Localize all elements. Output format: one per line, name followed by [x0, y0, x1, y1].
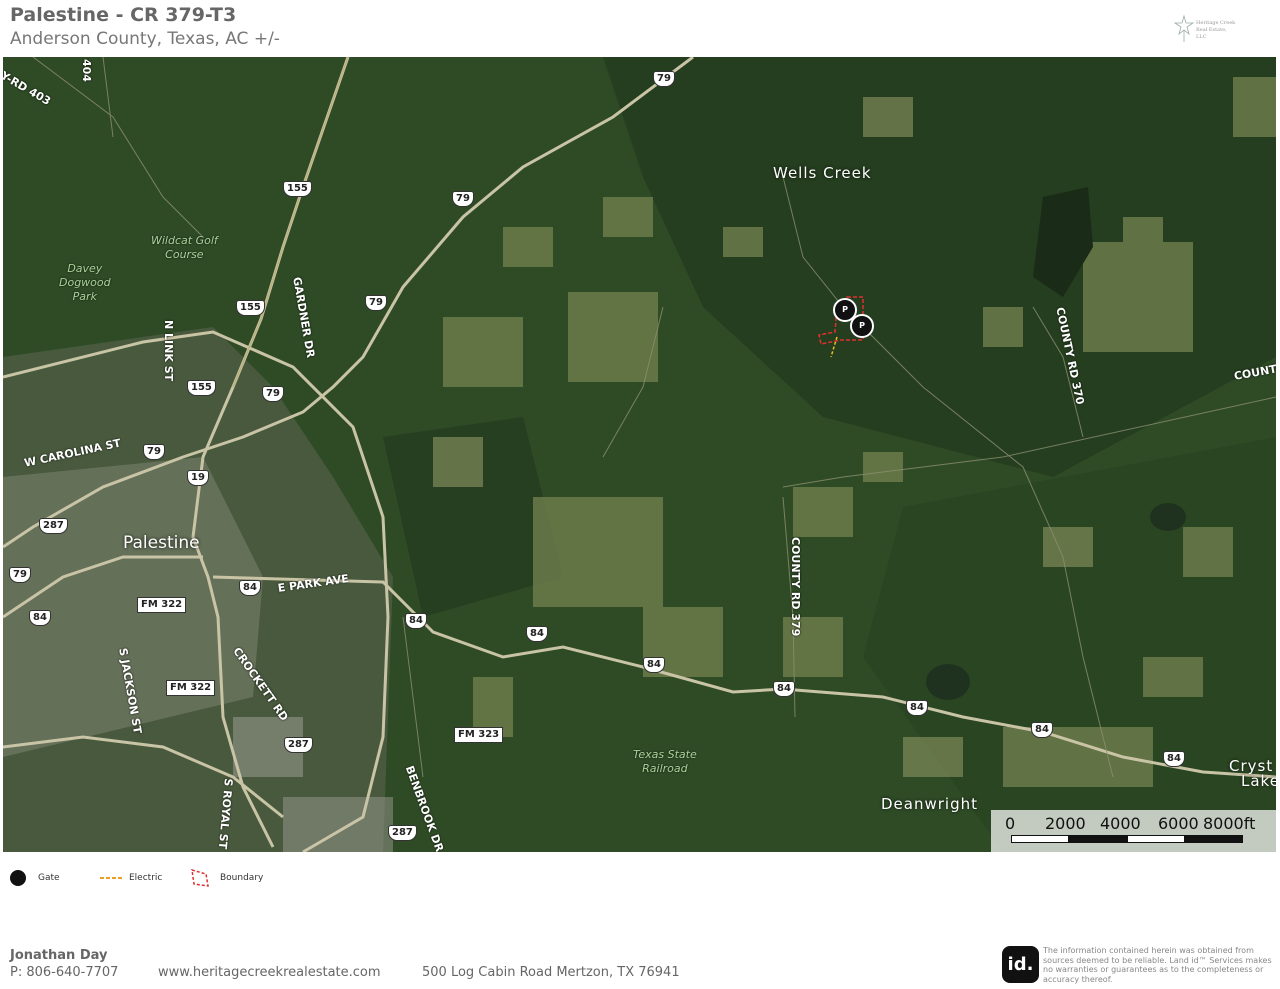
boundary-icon	[191, 868, 209, 887]
scale-segment	[1127, 835, 1185, 843]
shield-287: 287	[388, 825, 417, 841]
railroad-line-2: Railroad	[642, 762, 688, 775]
place-wildcat-golf: Wildcat Golf Course	[151, 234, 218, 262]
place-texas-state-railroad: Texas State Railroad	[633, 748, 697, 776]
road-label-n-link: N LINK ST	[162, 320, 175, 382]
page-title: Palestine - CR 379-T3	[10, 4, 237, 26]
shield-155: 155	[236, 300, 265, 316]
road-label-404: 404	[80, 59, 93, 82]
shield-79: 79	[653, 71, 675, 87]
shield-79: 79	[9, 567, 31, 583]
wildcat-line-2: Course	[165, 248, 204, 261]
shield-287: 287	[39, 518, 68, 534]
scale-bar: 0 2000 4000 6000 8000ft	[991, 810, 1276, 852]
shield-79: 79	[143, 444, 165, 460]
shield-84: 84	[906, 700, 928, 716]
legend-label-boundary: Boundary	[220, 873, 264, 883]
place-davey-dogwood: Davey Dogwood Park	[59, 262, 111, 304]
legend-label-electric: Electric	[129, 873, 163, 883]
shield-155: 155	[187, 380, 216, 396]
shield-84: 84	[1031, 722, 1053, 738]
scale-tick: 4000	[1100, 814, 1141, 833]
place-wells-creek: Wells Creek	[773, 164, 872, 182]
scale-segment	[1011, 835, 1069, 843]
shield-19: 19	[187, 470, 209, 486]
shield-84: 84	[239, 580, 261, 596]
shield-fm323: FM 323	[454, 727, 504, 743]
shield-fm322: FM 322	[137, 597, 187, 613]
electric-line-icon	[100, 877, 122, 879]
scale-tick: 6000	[1158, 814, 1199, 833]
scale-tick: 8000ft	[1203, 814, 1256, 833]
wildcat-line-1: Wildcat Golf	[151, 234, 218, 247]
shield-fm322: FM 322	[166, 680, 216, 696]
map-imagery	[3, 57, 1276, 852]
agent-phone[interactable]: P: 806-640-7707	[10, 965, 118, 980]
website-link[interactable]: www.heritagecreekrealestate.com	[158, 965, 381, 980]
shield-155: 155	[283, 181, 312, 197]
office-address: 500 Log Cabin Road Mertzon, TX 76941	[422, 965, 680, 980]
davey-line-1: Davey	[67, 262, 103, 275]
brand-text: Heritage Creek Real Estate, LLC	[1196, 20, 1236, 40]
satellite-map[interactable]: Wells Creek Palestine Deanwright Cryst L…	[3, 57, 1276, 852]
davey-line-2: Dogwood	[59, 276, 111, 289]
railroad-line-1: Texas State	[633, 748, 697, 761]
page-subtitle: Anderson County, Texas, AC +/-	[10, 29, 280, 49]
disclaimer-text: The information contained herein was obt…	[1043, 946, 1272, 984]
scale-tick: 2000	[1045, 814, 1086, 833]
davey-line-3: Park	[72, 290, 97, 303]
shield-84: 84	[1163, 751, 1185, 767]
gate-icon	[10, 870, 26, 886]
shield-79: 79	[365, 295, 387, 311]
road-label-cr379: COUNTY RD 379	[789, 537, 802, 637]
shield-84: 84	[526, 626, 548, 642]
shield-84: 84	[643, 657, 665, 673]
place-palestine: Palestine	[123, 533, 200, 553]
gate-marker[interactable]: P	[850, 314, 874, 338]
shield-84: 84	[405, 613, 427, 629]
place-crystal-lake-2: Lake	[1241, 772, 1276, 790]
legend-label-gate: Gate	[38, 873, 60, 883]
shield-79: 79	[452, 191, 474, 207]
shield-84: 84	[29, 610, 51, 626]
scale-segment	[1185, 835, 1243, 843]
scale-tick: 0	[1005, 814, 1016, 833]
shield-79: 79	[262, 386, 284, 402]
scale-segment	[1069, 835, 1127, 843]
agent-name: Jonathan Day	[10, 948, 108, 963]
land-id-logo: id.	[1002, 946, 1039, 983]
place-deanwright: Deanwright	[881, 795, 978, 813]
shield-287: 287	[284, 737, 313, 753]
shield-84: 84	[773, 681, 795, 697]
